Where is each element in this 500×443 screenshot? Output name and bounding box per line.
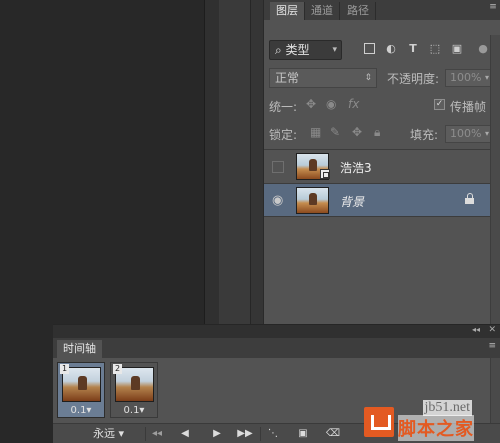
collapse-icon[interactable]: ◂◂	[472, 325, 480, 334]
lock-pixels-icon[interactable]: ✎	[330, 125, 340, 139]
divider	[145, 427, 146, 441]
chevron-down-icon: ▾	[484, 129, 489, 138]
timeline-frame[interactable]: 2 0.1▾	[110, 362, 158, 418]
tab-layers[interactable]: 图层	[270, 2, 305, 20]
loop-select[interactable]: 永远 ▾	[89, 426, 147, 443]
timeline-frame[interactable]: 1 0.1▾	[57, 362, 105, 418]
pixel-filter-icon[interactable]	[364, 43, 375, 54]
layer-filter-row: ⌕ 类型 ▾ ◐ T ⬚ ▣ ●	[268, 40, 500, 62]
search-icon: ⌕	[275, 43, 286, 57]
chevron-down-icon: ▾	[118, 427, 125, 440]
unify-position-icon[interactable]: ✥	[306, 97, 316, 111]
blend-mode-value: 正常	[275, 71, 300, 85]
opacity-field[interactable]: 100% ▾	[445, 69, 493, 87]
shape-filter-icon[interactable]: ⬚	[428, 42, 442, 56]
collapsed-panel-strip	[220, 0, 251, 324]
frame-number: 2	[113, 364, 122, 374]
tab-paths[interactable]: 路径	[341, 2, 376, 20]
site-logo-icon	[364, 407, 394, 437]
lock-icon	[465, 193, 475, 205]
frame-delay[interactable]: 0.1▾	[111, 405, 157, 416]
tab-channels[interactable]: 通道	[305, 2, 340, 20]
watermark-site-name: 脚本之家	[398, 415, 474, 441]
unify-row: 统一: ✥ ◉ fx ✓ 传播帧 1	[268, 96, 500, 116]
tween-icon[interactable]: ⋱	[265, 426, 281, 442]
frame-delay[interactable]: 0.1▾	[58, 405, 104, 416]
frame-number: 1	[60, 364, 69, 374]
panel-gap	[251, 0, 263, 324]
propagate-checkbox[interactable]: ✓	[434, 99, 445, 110]
filter-toggle-icon[interactable]: ●	[476, 42, 490, 56]
panel-menu-icon[interactable]: ≡	[487, 2, 499, 16]
filter-kind-select[interactable]: ⌕ 类型 ▾	[269, 40, 342, 60]
timeline-header-strip: ◂◂ ✕	[53, 325, 500, 338]
panel-menu-icon[interactable]: ≡	[488, 341, 496, 351]
lock-all-icon[interactable]: 🔒︎	[374, 125, 380, 140]
fill-value: 100%	[450, 127, 482, 140]
layer-row[interactable]: 浩浩3	[264, 149, 500, 183]
chevron-updown-icon: ⇕	[364, 73, 372, 83]
visibility-toggle[interactable]	[272, 161, 284, 173]
layer-name[interactable]: 背景	[340, 193, 364, 210]
layers-panel-tabbar: 图层 通道 路径 ≡	[264, 0, 500, 20]
adjustment-filter-icon[interactable]: ◐	[384, 42, 398, 56]
divider	[260, 427, 261, 441]
filter-kind-label: 类型	[285, 43, 310, 57]
fill-label: 填充:	[410, 128, 439, 142]
previous-frame-icon[interactable]: ◀	[177, 426, 193, 442]
smart-object-filter-icon[interactable]: ▣	[450, 42, 464, 56]
layer-name[interactable]: 浩浩3	[340, 159, 372, 176]
smart-object-badge-icon	[320, 169, 330, 179]
play-icon[interactable]: ▶	[209, 426, 225, 442]
lock-position-icon[interactable]: ✥	[352, 125, 362, 139]
layers-panel: 图层 通道 路径 ≡ ⌕ 类型 ▾ ◐ T ⬚ ▣ ● 正常 ⇕ 不透明度: 1…	[263, 0, 500, 324]
duplicate-frame-icon[interactable]: ▣	[295, 426, 311, 442]
lock-transparent-icon[interactable]: ▦	[310, 125, 321, 139]
timeline-tabbar: 时间轴 ≡	[53, 338, 500, 358]
trash-icon[interactable]: ⌫	[325, 426, 341, 442]
unify-label: 统一:	[269, 100, 298, 114]
close-icon[interactable]: ✕	[488, 325, 496, 335]
opacity-label: 不透明度:	[387, 72, 440, 86]
type-filter-icon[interactable]: T	[406, 42, 420, 56]
lock-label: 锁定:	[269, 128, 298, 142]
opacity-value: 100%	[450, 71, 482, 84]
loop-value: 永远	[93, 427, 115, 440]
blend-mode-select[interactable]: 正常 ⇕	[269, 68, 377, 88]
watermark-url: jb51.net	[422, 400, 472, 416]
next-frame-icon[interactable]: ▶▶	[237, 426, 253, 442]
layer-thumbnail	[296, 187, 329, 214]
layers-scrollbar[interactable]	[490, 35, 500, 324]
eye-icon[interactable]: ◉	[272, 193, 283, 208]
tab-timeline[interactable]: 时间轴	[57, 340, 102, 358]
unify-visibility-icon[interactable]: ◉	[326, 97, 336, 111]
chevron-down-icon: ▾	[484, 73, 489, 82]
layer-row-selected[interactable]: ◉ 背景	[264, 183, 500, 217]
propagate-label: 传播帧	[450, 100, 487, 114]
unify-style-icon[interactable]: fx	[348, 97, 359, 111]
first-frame-icon[interactable]: ◂◂	[149, 426, 165, 442]
lock-row: 锁定: ▦ ✎ ✥ 🔒︎ 填充: 100% ▾	[268, 124, 500, 144]
blend-row: 正常 ⇕ 不透明度: 100% ▾	[268, 67, 500, 89]
fill-field[interactable]: 100% ▾	[445, 125, 493, 143]
chevron-down-icon: ▾	[332, 45, 337, 55]
site-watermark: jb51.net 脚本之家	[360, 393, 500, 443]
